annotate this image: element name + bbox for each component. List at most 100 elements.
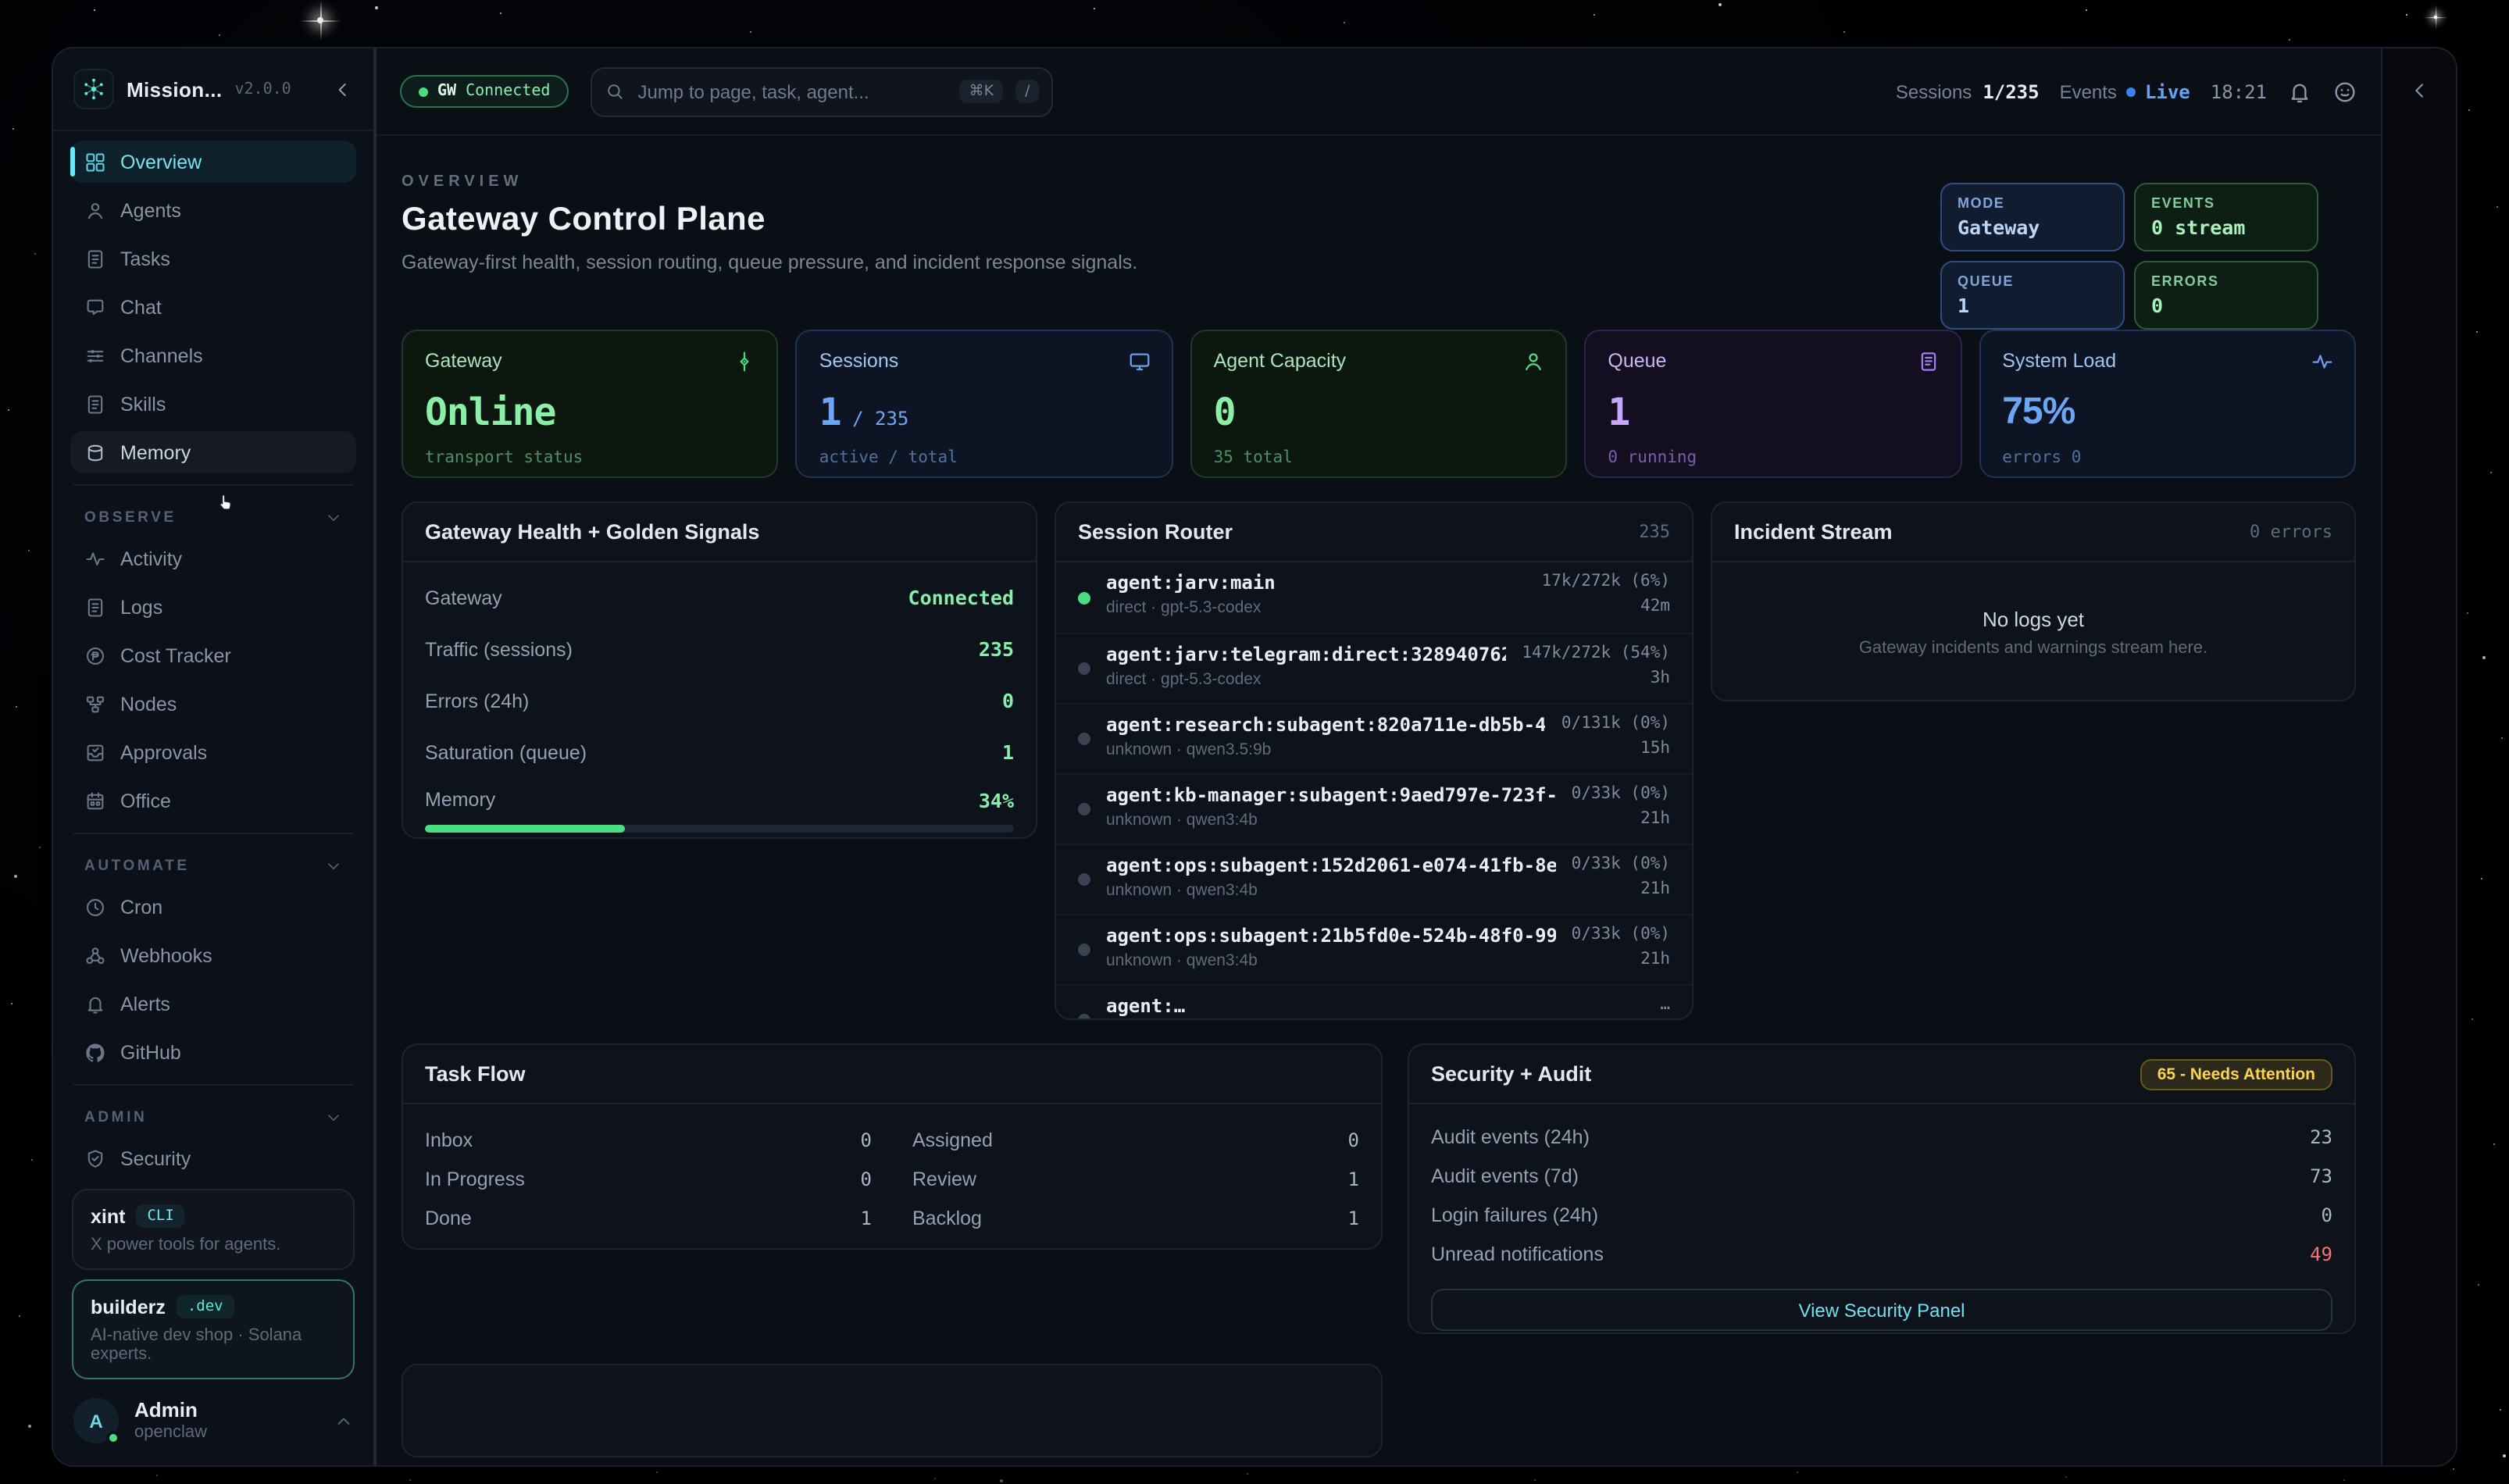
session-row-partial[interactable]: agent:… … bbox=[1056, 984, 1692, 1020]
user-menu[interactable]: A Admin openclaw bbox=[53, 1379, 373, 1465]
sidebar-item-webhooks[interactable]: Webhooks bbox=[70, 934, 356, 976]
sidebar-item-security[interactable]: Security bbox=[70, 1137, 356, 1179]
stat-label: System Load bbox=[2002, 350, 2332, 372]
panels-row: Gateway Health + Golden Signals Gateway … bbox=[402, 501, 2356, 1020]
session-row[interactable]: agent:jarv:telegram:direct:328940762 dir… bbox=[1056, 633, 1692, 703]
clock-icon bbox=[84, 896, 106, 918]
session-meta: unknown · qwen3:4b bbox=[1106, 951, 1556, 970]
sidebar-item-label: Approvals bbox=[120, 741, 207, 763]
help-smiley-icon[interactable] bbox=[2332, 79, 2357, 104]
pulse-icon bbox=[2311, 350, 2334, 373]
calendar-icon bbox=[84, 790, 106, 812]
right-rail bbox=[2381, 48, 2456, 1465]
expand-panel-chevron-icon[interactable] bbox=[2408, 80, 2430, 102]
sidebar-item-office[interactable]: Office bbox=[70, 779, 356, 822]
session-row[interactable]: agent:research:subagent:820a711e-db5b-4e… bbox=[1056, 703, 1692, 773]
chevron-up-icon bbox=[334, 1411, 353, 1430]
app-window: Mission... v2.0.0 Overview Agents Tasks bbox=[52, 47, 2457, 1467]
promo-title: xint bbox=[91, 1205, 125, 1227]
sidebar-item-activity[interactable]: Activity bbox=[70, 537, 356, 580]
section-admin[interactable]: ADMIN bbox=[70, 1097, 356, 1137]
needs-attention-badge: 65 - Needs Attention bbox=[2140, 1058, 2332, 1090]
sidebar-item-label: Tasks bbox=[120, 248, 170, 269]
avatar: A bbox=[73, 1398, 119, 1443]
session-usage: 0/33k (0%) bbox=[1572, 784, 1670, 803]
activity-icon bbox=[84, 548, 106, 569]
sidebar-item-approvals[interactable]: Approvals bbox=[70, 731, 356, 773]
sidebar-item-cost-tracker[interactable]: Cost Tracker bbox=[70, 634, 356, 676]
session-row[interactable]: agent:ops:subagent:152d2061-e074-41fb-8e… bbox=[1056, 844, 1692, 914]
session-age: 15h bbox=[1561, 739, 1670, 758]
gw-label: Connected bbox=[466, 83, 550, 100]
sidebar-item-label: Skills bbox=[120, 393, 166, 415]
chip-queue: QUEUE 1 bbox=[1940, 261, 2125, 330]
section-label: OBSERVE bbox=[84, 509, 177, 526]
security-row: Audit events (7d)73 bbox=[1431, 1156, 2332, 1195]
sidebar-item-agents[interactable]: Agents bbox=[70, 189, 356, 231]
chip-value: 0 stream bbox=[2151, 216, 2301, 239]
incident-stream-panel: Incident Stream 0 errors No logs yet Gat… bbox=[1711, 501, 2356, 701]
session-usage: 0/33k (0%) bbox=[1572, 925, 1670, 944]
section-observe[interactable]: OBSERVE bbox=[70, 497, 356, 537]
stat-queue: Queue 1 0 running bbox=[1584, 330, 1961, 478]
stat-gateway: Gateway Online transport status bbox=[402, 330, 779, 478]
sessions-value: 1/235 bbox=[1983, 80, 2039, 102]
promo-card-builderz[interactable]: builderz .dev AI-native dev shop · Solan… bbox=[72, 1279, 355, 1379]
sidebar-item-github[interactable]: GitHub bbox=[70, 1031, 356, 1073]
incident-empty-state: No logs yet Gateway incidents and warnin… bbox=[1712, 562, 2354, 701]
panel-title: Gateway Health + Golden Signals bbox=[425, 520, 759, 544]
sidebar-item-label: Channels bbox=[120, 344, 203, 366]
sidebar-item-cron[interactable]: Cron bbox=[70, 886, 356, 928]
view-security-panel-button[interactable]: View Security Panel bbox=[1431, 1289, 2332, 1331]
promo-title: builderz bbox=[91, 1296, 166, 1318]
session-row[interactable]: agent:ops:subagent:21b5fd0e-524b-48f0-99… bbox=[1056, 914, 1692, 984]
sidebar-item-label: Security bbox=[120, 1147, 191, 1169]
security-row: Login failures (24h)0 bbox=[1431, 1195, 2332, 1234]
session-row[interactable]: agent:jarv:main direct · gpt-5.3-codex 1… bbox=[1056, 562, 1692, 633]
gateway-health-panel: Gateway Health + Golden Signals Gateway … bbox=[402, 501, 1037, 839]
session-row[interactable]: agent:kb-manager:subagent:9aed797e-723f-… bbox=[1056, 773, 1692, 844]
chip-value: Gateway bbox=[1958, 216, 2107, 239]
promo-badge: .dev bbox=[177, 1295, 234, 1318]
file-icon bbox=[84, 596, 106, 618]
sidebar-item-logs[interactable]: Logs bbox=[70, 586, 356, 628]
sidebar-item-memory[interactable]: Memory bbox=[70, 431, 356, 473]
divider bbox=[73, 833, 353, 834]
chip-value: 0 bbox=[2151, 294, 2301, 317]
live-label: Live bbox=[2145, 80, 2190, 102]
stat-value-secondary: / 235 bbox=[841, 408, 909, 430]
session-count: 235 bbox=[1639, 522, 1670, 542]
promo-card-xint[interactable]: xint CLI X power tools for agents. bbox=[72, 1189, 355, 1270]
empty-subtitle: Gateway incidents and warnings stream he… bbox=[1859, 638, 2207, 657]
sidebar-item-chat[interactable]: Chat bbox=[70, 286, 356, 328]
chevron-down-icon bbox=[325, 509, 342, 526]
sidebar-item-skills[interactable]: Skills bbox=[70, 383, 356, 425]
bright-star bbox=[2434, 16, 2438, 20]
session-age: 21h bbox=[1572, 809, 1670, 828]
brand-version: v2.0.0 bbox=[234, 80, 291, 98]
session-name: agent:… bbox=[1106, 995, 1644, 1017]
divider bbox=[73, 1084, 353, 1086]
sidebar-item-alerts[interactable]: Alerts bbox=[70, 983, 356, 1025]
stat-label: Sessions bbox=[819, 350, 1150, 372]
page-title: Gateway Control Plane bbox=[402, 202, 1137, 239]
webhook-icon bbox=[84, 944, 106, 966]
sidebar-item-nodes[interactable]: Nodes bbox=[70, 683, 356, 725]
inbox-check-icon bbox=[84, 741, 106, 763]
global-search[interactable]: ⌘K / bbox=[591, 66, 1053, 116]
avatar-initial: A bbox=[89, 1410, 102, 1432]
sidebar-collapse-icon[interactable] bbox=[333, 79, 353, 99]
sidebar-item-tasks[interactable]: Tasks bbox=[70, 237, 356, 280]
sidebar-item-overview[interactable]: Overview bbox=[70, 141, 356, 183]
chip-label: MODE bbox=[1958, 195, 2107, 211]
sidebar-item-channels[interactable]: Channels bbox=[70, 334, 356, 376]
bell-icon[interactable] bbox=[2287, 79, 2312, 104]
session-status-dot bbox=[1078, 733, 1090, 745]
sidebar-item-label: Logs bbox=[120, 596, 162, 618]
grid-icon bbox=[84, 151, 106, 173]
search-input[interactable] bbox=[637, 80, 947, 102]
gw-prefix: GW bbox=[437, 83, 456, 100]
session-name: agent:jarv:telegram:direct:328940762 bbox=[1106, 644, 1506, 665]
section-automate[interactable]: AUTOMATE bbox=[70, 845, 356, 886]
transport-icon bbox=[733, 350, 757, 373]
